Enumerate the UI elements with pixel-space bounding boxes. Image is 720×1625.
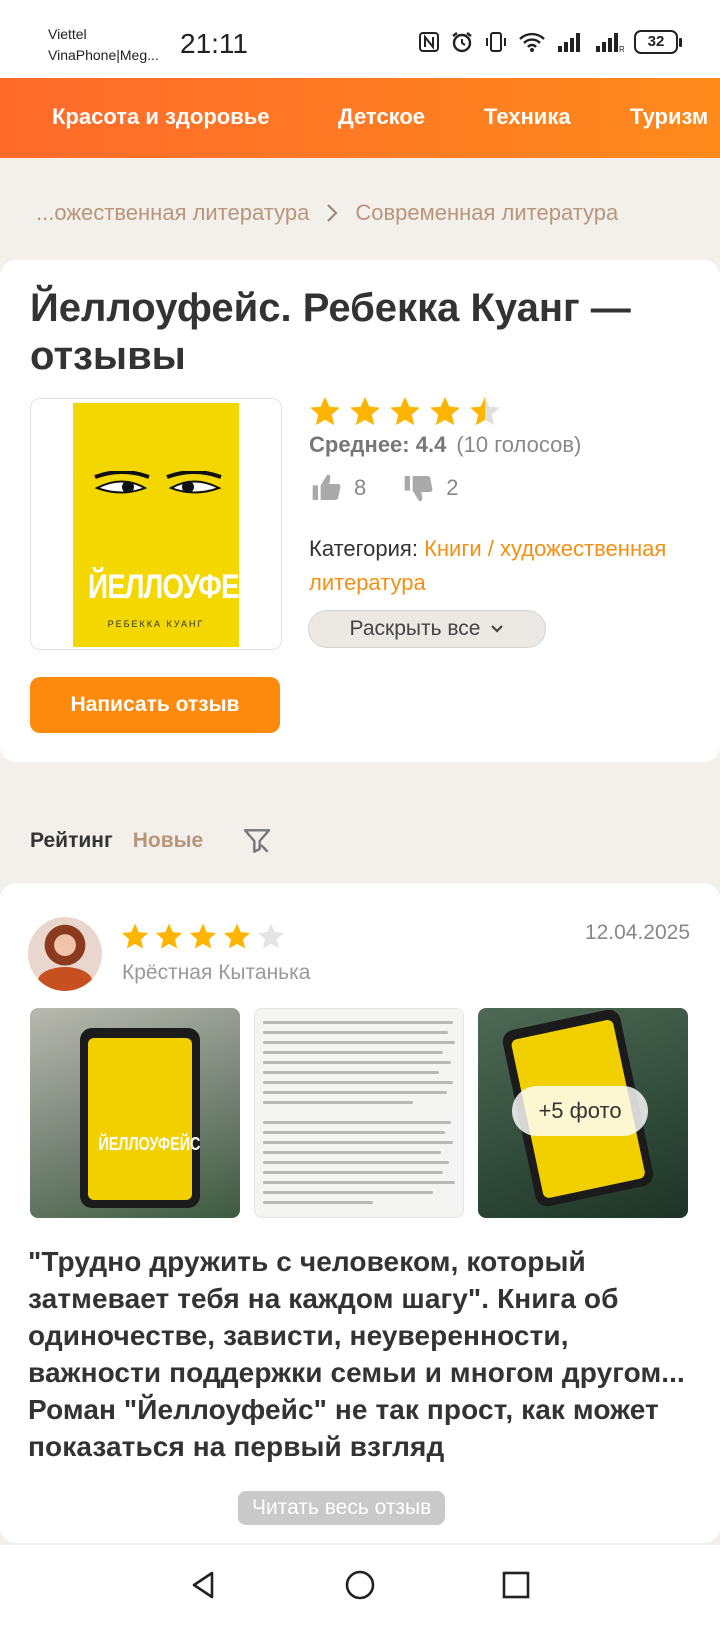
text-line (263, 1031, 448, 1034)
likes-count: 8 (354, 475, 367, 500)
review-date: 12.04.2025 (584, 921, 690, 944)
text-line (263, 1131, 445, 1134)
star-full-icon (155, 923, 183, 949)
filter-icon[interactable] (241, 825, 273, 857)
status-bar: Viettel VinaPhone|Meg... 21:11 R 32 (0, 0, 720, 78)
text-line (263, 1171, 443, 1174)
cover-eye-right-icon (166, 471, 222, 494)
star-full-icon (189, 923, 217, 949)
text-line (263, 1061, 451, 1064)
text-line (263, 1071, 439, 1074)
product-rating-stars (308, 394, 502, 428)
star-full-icon (430, 396, 460, 426)
average-label: Среднее: 4.4 (309, 432, 447, 457)
text-line (263, 1021, 453, 1024)
battery-icon: 32 (634, 30, 682, 54)
cover-eye-left-icon (94, 471, 150, 494)
text-line (263, 1051, 443, 1054)
review-rating-stars (120, 921, 286, 951)
star-full-icon (390, 396, 420, 426)
category-nav: Красота и здоровье Детское Техника Туриз… (0, 78, 720, 158)
vibrate-icon (486, 32, 506, 52)
star-full-icon (350, 396, 380, 426)
sort-tabs: Рейтинг Новые (30, 825, 273, 857)
review-text: "Трудно дружить с человеком, который зат… (28, 1246, 685, 1462)
back-icon[interactable] (186, 1567, 222, 1603)
cover-author: РЕБЕККА КУАНГ (107, 619, 205, 629)
tab-new[interactable]: Новые (133, 829, 204, 853)
dislikes-count: 2 (446, 475, 459, 500)
chevron-right-icon (327, 204, 338, 222)
category-label: Категория: (309, 536, 418, 561)
text-line (263, 1041, 455, 1044)
recents-icon[interactable] (498, 1567, 534, 1603)
breadcrumb: ...ожественная литература Современная ли… (36, 200, 618, 226)
svg-text:R: R (619, 45, 624, 53)
clock: 21:11 (180, 28, 248, 59)
alarm-icon (452, 32, 472, 53)
review-photo-2[interactable] (254, 1008, 464, 1218)
status-icons: R 32 (418, 30, 682, 54)
review-photo-1[interactable]: ЙЕЛЛОУФЕЙС (30, 1008, 240, 1218)
page-title: Йеллоуфейс. Ребекка Куанг — отзывы (30, 286, 631, 378)
category-tourism[interactable]: Туризм (630, 104, 708, 130)
book-cover: ЙЕЛЛОУФЕЙС РЕБЕККА КУАНГ (73, 403, 239, 647)
category-kids[interactable]: Детское (338, 104, 425, 130)
photo-cover-title: ЙЕЛЛОУФЕЙС (98, 1134, 201, 1154)
star-empty-icon (257, 923, 285, 949)
carrier-line-1: Viettel (48, 26, 87, 42)
thumbs-down-icon[interactable] (402, 472, 434, 504)
home-icon[interactable] (342, 1567, 378, 1603)
phone-screen: ЙЕЛЛОУФЕЙС (88, 1038, 201, 1200)
review-photo-3[interactable]: +5 фото (478, 1008, 688, 1218)
text-line (263, 1121, 451, 1124)
text-line (263, 1101, 413, 1104)
text-line (263, 1161, 449, 1164)
thumbs-up-icon[interactable] (310, 472, 342, 504)
text-line (263, 1141, 453, 1144)
star-half-icon (470, 396, 500, 426)
read-full-review-button[interactable]: Читать весь отзыв (238, 1491, 446, 1525)
likes-row: 8 2 (310, 472, 459, 504)
cover-title: ЙЕЛЛОУФЕЙС (87, 568, 239, 606)
wifi-icon (519, 32, 545, 52)
category-info: Категория: Книги / художественная литера… (309, 532, 689, 600)
write-review-button[interactable]: Написать отзыв (30, 677, 280, 733)
more-photos-badge[interactable]: +5 фото (512, 1086, 648, 1136)
signal-icon-1 (558, 33, 580, 52)
breadcrumb-current[interactable]: Современная литература (355, 200, 618, 226)
text-line (263, 1151, 441, 1154)
text-line (263, 1191, 433, 1194)
book-cover-frame[interactable]: ЙЕЛЛОУФЕЙС РЕБЕККА КУАНГ (30, 398, 282, 650)
product-card: Йеллоуфейс. Ребекка Куанг — отзывы ЙЕЛЛО… (0, 260, 720, 762)
star-full-icon (310, 396, 340, 426)
system-nav-bar (0, 1545, 720, 1625)
votes-count: (10 голосов) (456, 432, 582, 457)
signal-icon-2: R (596, 33, 624, 53)
text-line (263, 1181, 455, 1184)
chevron-down-icon (491, 625, 504, 633)
nfc-icon (419, 32, 439, 52)
star-full-icon (121, 923, 149, 949)
review-photos: ЙЕЛЛОУФЕЙС +5 фото (30, 1008, 688, 1218)
text-line (263, 1201, 373, 1204)
star-full-icon (223, 923, 251, 949)
review-card: Крёстная Кытанька 12.04.2025 ЙЕЛЛОУФЕЙС (0, 883, 720, 1543)
text-line (263, 1091, 447, 1094)
review-author[interactable]: Крёстная Кытанька (122, 961, 310, 985)
expand-all-button[interactable]: Раскрыть все (308, 610, 546, 648)
category-tech[interactable]: Техника (484, 104, 571, 130)
tab-rating[interactable]: Рейтинг (30, 829, 113, 853)
text-line (263, 1081, 453, 1084)
carrier-line-2: VinaPhone|Meg... (48, 47, 159, 63)
average-rating: Среднее: 4.4 (10 голосов) (309, 432, 581, 458)
avatar[interactable] (28, 917, 102, 991)
phone-image: ЙЕЛЛОУФЕЙС (80, 1028, 200, 1208)
carrier-info: Viettel VinaPhone|Meg... (48, 24, 159, 66)
category-beauty[interactable]: Красота и здоровье (52, 104, 270, 130)
expand-all-label: Раскрыть все (349, 617, 481, 640)
breadcrumb-parent[interactable]: ...ожественная литература (36, 200, 309, 226)
